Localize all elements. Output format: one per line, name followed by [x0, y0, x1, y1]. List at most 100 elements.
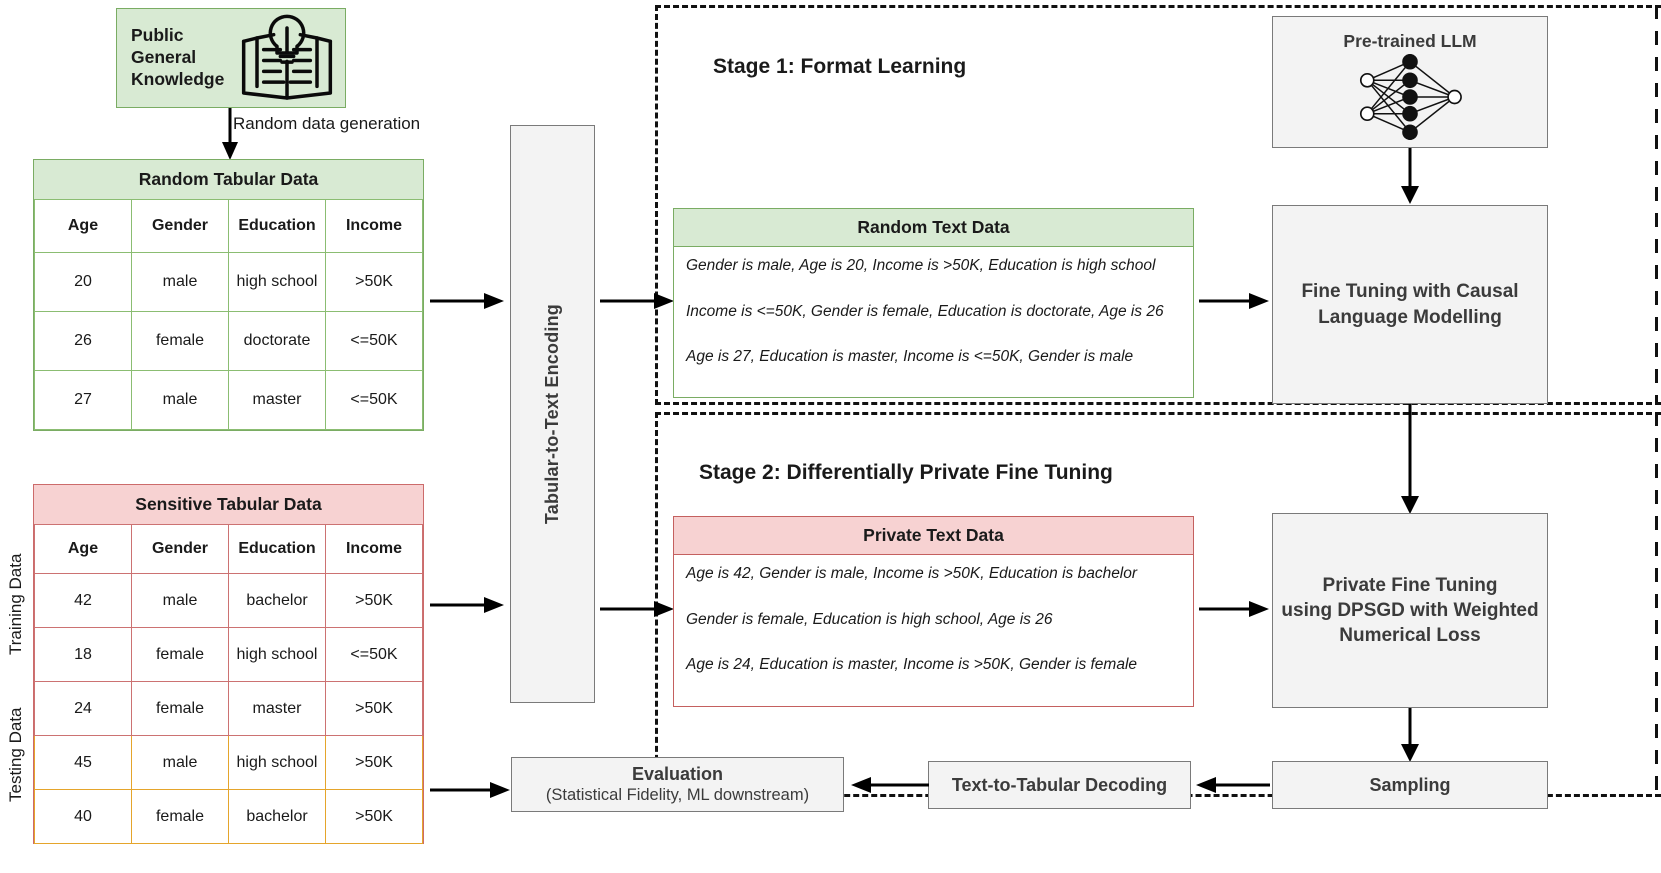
stage1-title: Stage 1: Format Learning [713, 55, 967, 78]
cell-education: master [228, 681, 326, 736]
table-row: 20 male high school >50K [34, 252, 423, 312]
table-row: 27 male master <=50K [34, 370, 423, 430]
sampling-box: Sampling [1272, 761, 1548, 809]
cell-education: master [228, 370, 326, 430]
text-line: Age is 42, Gender is male, Income is >50… [686, 565, 1138, 582]
cell-gender: male [131, 573, 229, 628]
cell-education: high school [228, 627, 326, 682]
text-to-tabular-decoding-label: Text-to-Tabular Decoding [951, 774, 1168, 795]
random-tabular-data-table: Random Tabular Data Age Gender Education… [33, 159, 424, 431]
private-fine-tuning-label: Private Fine Tuning using DPSGD with Wei… [1281, 573, 1538, 648]
table-row: 26 female doctorate <=50K [34, 311, 423, 371]
arrow-encoder-to-private-text [600, 600, 676, 618]
cell-income: >50K [325, 789, 423, 844]
testing-data-side-label: Testing Data [6, 707, 25, 803]
text-line: Gender is female, Education is high scho… [686, 610, 1053, 628]
arrow-fine-tuning-to-private-fine-tuning [1398, 404, 1422, 516]
cell-income: <=50K [325, 370, 423, 430]
cell-education: bachelor [228, 789, 326, 844]
open-book-lightbulb-icon [237, 13, 337, 103]
fine-tuning-line-1: Fine Tuning with Causal [1301, 281, 1519, 303]
table-row: 40 female bachelor >50K [34, 789, 423, 844]
table-row: 24 female master >50K [34, 681, 423, 736]
column-header-age: Age [34, 524, 132, 574]
cell-education: high school [228, 252, 326, 312]
column-header-income: Income [325, 524, 423, 574]
text-line: Gender is male, Age is 20, Income is >50… [686, 257, 1156, 274]
cell-age: 42 [34, 573, 132, 628]
stage1-right-edge [1655, 5, 1658, 405]
training-data-side-label: Training Data [6, 553, 25, 655]
pgk-line-3: Knowledge [131, 68, 225, 89]
cell-income: >50K [325, 252, 423, 312]
column-header-gender: Gender [131, 199, 229, 253]
private-text-data-card: Private Text Data Age is 42, Gender is m… [673, 516, 1194, 707]
cell-age: 18 [34, 627, 132, 682]
cell-gender: female [131, 311, 229, 371]
neural-network-icon [1345, 53, 1475, 140]
sensitive-table: Age Gender Education Income 42 male bach… [34, 524, 423, 844]
sensitive-tabular-data-title: Sensitive Tabular Data [34, 485, 423, 524]
fine-tuning-line-2: Language Modelling [1318, 306, 1502, 328]
public-general-knowledge-label: Public General Knowledge [117, 25, 241, 91]
cell-income: >50K [325, 573, 423, 628]
sampling-label: Sampling [1369, 774, 1451, 795]
cell-gender: male [131, 370, 229, 430]
pgk-line-1: Public [131, 25, 184, 46]
text-line: Age is 24, Education is master, Income i… [686, 656, 1138, 674]
cell-gender: male [131, 252, 229, 312]
cell-education: bachelor [228, 573, 326, 628]
evaluation-subtitle: (Statistical Fidelity, ML downstream) [545, 786, 810, 804]
text-line: Age is 27, Education is master, Income i… [686, 348, 1134, 366]
cell-age: 27 [34, 370, 132, 430]
cell-age: 40 [34, 789, 132, 844]
text-to-tabular-decoding-box: Text-to-Tabular Decoding [928, 761, 1191, 809]
pretrained-llm-box: Pre-trained LLM [1272, 16, 1548, 148]
cell-gender: female [131, 627, 229, 682]
fine-tuning-causal-lm-box: Fine Tuning with Causal Language Modelli… [1272, 205, 1548, 404]
evaluation-box: Evaluation (Statistical Fidelity, ML dow… [511, 757, 844, 812]
cell-gender: male [131, 735, 229, 790]
random-tabular-data-title: Random Tabular Data [34, 160, 423, 199]
random-text-data-title: Random Text Data [674, 209, 1193, 247]
arrow-private-text-to-private-fine-tuning [1199, 600, 1271, 618]
table-header-row: Age Gender Education Income [34, 199, 423, 253]
cell-income: >50K [325, 735, 423, 790]
random-text-data-body: Gender is male, Age is 20, Income is >50… [674, 247, 1193, 375]
cell-income: <=50K [325, 311, 423, 371]
fine-tuning-label: Fine Tuning with Causal Language Modelli… [1301, 279, 1518, 329]
stage2-title: Stage 2: Differentially Private Fine Tun… [699, 461, 1113, 484]
cell-age: 24 [34, 681, 132, 736]
arrow-testing-to-evaluation [430, 781, 512, 799]
private-fine-tuning-box: Private Fine Tuning using DPSGD with Wei… [1272, 513, 1548, 708]
arrow-random-text-to-fine-tuning [1199, 292, 1271, 310]
cell-age: 20 [34, 252, 132, 312]
cell-income: <=50K [325, 627, 423, 682]
cell-age: 26 [34, 311, 132, 371]
private-fine-tuning-line-3: Numerical Loss [1339, 625, 1481, 647]
sensitive-tabular-data-table: Sensitive Tabular Data Age Gender Educat… [33, 484, 424, 844]
private-text-data-body: Age is 42, Gender is male, Income is >50… [674, 555, 1193, 683]
table-row: 18 female high school <=50K [34, 627, 423, 682]
cell-gender: female [131, 789, 229, 844]
evaluation-title: Evaluation [631, 764, 724, 784]
arrow-encoder-to-random-text [600, 292, 676, 310]
tabular-to-text-encoding-box: Tabular-to-Text Encoding [510, 125, 595, 703]
column-header-income: Income [325, 199, 423, 253]
arrow-decoding-to-evaluation [849, 776, 929, 794]
arrow-private-fine-tuning-to-sampling [1398, 708, 1422, 764]
private-text-data-title: Private Text Data [674, 517, 1193, 555]
cell-age: 45 [34, 735, 132, 790]
private-fine-tuning-line-2: using DPSGD with Weighted [1281, 599, 1539, 621]
column-header-age: Age [34, 199, 132, 253]
table-header-row: Age Gender Education Income [34, 524, 423, 574]
arrow-llm-to-fine-tuning [1398, 148, 1422, 206]
pretrained-llm-label: Pre-trained LLM [1343, 30, 1477, 51]
tabular-to-text-encoding-label: Tabular-to-Text Encoding [542, 303, 562, 525]
pgk-line-2: General [131, 47, 197, 68]
cell-education: high school [228, 735, 326, 790]
column-header-education: Education [228, 199, 326, 253]
diagram-canvas: Public General Knowledge Random data gen… [0, 0, 1661, 873]
text-line: Income is <=50K, Gender is female, Educa… [686, 302, 1164, 320]
arrow-sensitive-table-to-encoder [430, 596, 506, 614]
